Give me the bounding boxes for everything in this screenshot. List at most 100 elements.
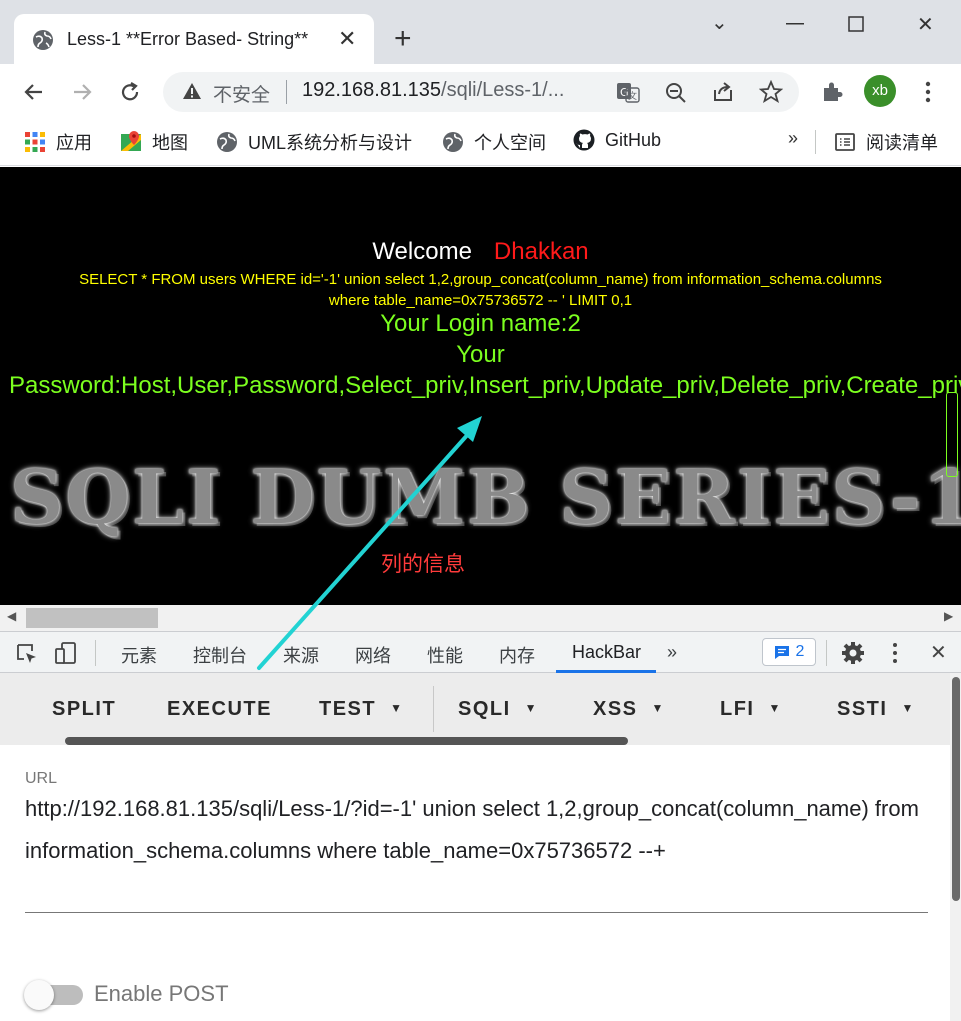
- reading-list-icon: [835, 133, 855, 151]
- issues-count: 2: [795, 643, 805, 660]
- caret-down-icon: ▼: [524, 701, 539, 715]
- insecure-label: 不安全: [213, 85, 271, 106]
- close-tab-icon[interactable]: ✕: [338, 26, 356, 52]
- bookmark-label: 个人空间: [474, 133, 546, 153]
- globe-icon: [443, 132, 463, 152]
- avatar[interactable]: xb: [864, 75, 896, 107]
- tab-console[interactable]: 控制台: [193, 642, 247, 668]
- sql-line: SELECT * FROM users WHERE id='-1' union …: [79, 271, 882, 288]
- sqli-dumb-series-banner: SQLI DUMB SERIES-1: [10, 455, 961, 541]
- url-host: 192.168.81.135: [302, 79, 442, 101]
- caret-down-icon: ▼: [390, 701, 404, 715]
- toggle-knob[interactable]: [24, 980, 54, 1010]
- bookmark-uml[interactable]: UML系统分析与设计: [216, 129, 412, 155]
- url-field-underline: [25, 912, 928, 913]
- bookmark-maps[interactable]: 地图: [120, 129, 188, 155]
- svg-text:文: 文: [628, 90, 637, 102]
- password-label: Your: [456, 341, 505, 368]
- enable-post-label: Enable POST: [94, 981, 229, 1006]
- test-dropdown[interactable]: TEST ▼: [319, 698, 404, 721]
- tab-performance[interactable]: 性能: [427, 642, 463, 668]
- horizontal-scroll-thumb[interactable]: [26, 608, 158, 628]
- dropdown-label: XSS: [593, 698, 638, 720]
- dropdown-label: SQLI: [458, 698, 511, 720]
- welcome-text: Welcome: [372, 238, 472, 265]
- close-window-icon[interactable]: ✕: [917, 12, 934, 37]
- apps-grid-icon: [25, 132, 45, 152]
- split-button[interactable]: SPLIT: [52, 698, 116, 721]
- url-textarea[interactable]: http://192.168.81.135/sqli/Less-1/?id=-1…: [25, 788, 930, 872]
- reading-list-label: 阅读清单: [866, 133, 938, 153]
- more-menu-icon[interactable]: [924, 80, 932, 104]
- forward-icon[interactable]: [70, 80, 94, 104]
- sqli-dropdown[interactable]: SQLI ▼: [458, 698, 538, 721]
- bookmark-github[interactable]: GitHub: [573, 129, 661, 151]
- tab-search-icon[interactable]: ⌄: [711, 10, 728, 35]
- caret-down-icon: ▼: [901, 701, 915, 715]
- ssti-dropdown[interactable]: SSTI ▼: [837, 698, 915, 721]
- issues-badge[interactable]: 2: [762, 638, 816, 666]
- zoom-out-icon[interactable]: [664, 81, 688, 105]
- lfi-dropdown[interactable]: LFI ▼: [720, 698, 782, 721]
- reading-list-button[interactable]: 阅读清单: [834, 129, 938, 155]
- minimize-icon[interactable]: [786, 23, 804, 25]
- tab-network[interactable]: 网络: [355, 642, 391, 668]
- dropdown-label: SSTI: [837, 698, 888, 720]
- url-text[interactable]: 192.168.81.135/sqli/Less-1/...: [302, 79, 564, 102]
- dropdown-label: LFI: [720, 698, 755, 720]
- bookmark-label: 应用: [56, 133, 92, 153]
- url-field-label: URL: [25, 770, 58, 787]
- globe-icon: [33, 30, 53, 50]
- bookmark-label: GitHub: [605, 129, 662, 150]
- settings-gear-icon[interactable]: [841, 641, 865, 665]
- new-tab-button[interactable]: +: [394, 22, 412, 56]
- maximize-icon[interactable]: [848, 16, 864, 32]
- message-icon: [774, 646, 789, 659]
- scroll-left-icon[interactable]: ◀: [7, 609, 16, 623]
- bookmarks-overflow-button[interactable]: »: [788, 128, 798, 149]
- bookmark-label: UML系统分析与设计: [248, 133, 413, 153]
- hackbar-divider: [433, 686, 434, 732]
- xss-dropdown[interactable]: XSS ▼: [593, 698, 665, 721]
- devtools-menu-icon[interactable]: [891, 642, 899, 664]
- bookmark-personal-space[interactable]: 个人空间: [442, 129, 546, 155]
- tab-memory[interactable]: 内存: [499, 642, 535, 668]
- tab-title: Less-1 **Error Based- String**: [67, 29, 309, 49]
- url-path: /sqli/Less-1/...: [441, 79, 565, 101]
- devtools-divider: [95, 640, 96, 666]
- warning-icon[interactable]: [181, 80, 203, 102]
- panel-scroll-thumb[interactable]: [952, 677, 960, 901]
- tab-sources[interactable]: 来源: [283, 642, 319, 668]
- inspect-element-icon[interactable]: [15, 642, 39, 666]
- back-icon[interactable]: [22, 80, 46, 104]
- caret-down-icon: ▼: [651, 701, 665, 715]
- omnibox-divider: [286, 80, 287, 104]
- reload-icon[interactable]: [118, 80, 142, 104]
- globe-icon: [217, 132, 237, 152]
- devtools-divider: [826, 640, 827, 666]
- login-name-result: Your Login name:2: [380, 310, 581, 337]
- execute-button[interactable]: EXECUTE: [167, 698, 272, 721]
- github-icon: [573, 129, 595, 151]
- device-toolbar-icon[interactable]: [54, 641, 78, 665]
- more-tabs-button[interactable]: »: [667, 642, 677, 663]
- share-icon[interactable]: [711, 80, 735, 104]
- bookmark-apps[interactable]: 应用: [24, 129, 92, 155]
- extensions-icon[interactable]: [820, 80, 844, 104]
- sql-line: where table_name=0x75736572 -- ' LIMIT 0…: [328, 292, 633, 309]
- close-devtools-icon[interactable]: ✕: [930, 640, 947, 665]
- hackbar-scrollbar[interactable]: [65, 737, 628, 745]
- username: Dhakkan: [493, 238, 589, 265]
- caret-down-icon: ▼: [768, 701, 782, 715]
- translate-icon[interactable]: G文: [616, 81, 640, 103]
- bookmarks-divider: [815, 130, 816, 154]
- scroll-right-icon[interactable]: ▶: [944, 609, 953, 623]
- tab-elements[interactable]: 元素: [121, 642, 157, 668]
- dropdown-label: TEST: [319, 698, 377, 720]
- bookmark-label: 地图: [152, 133, 188, 153]
- bookmark-star-icon[interactable]: [759, 80, 783, 104]
- page-scroll-indicator[interactable]: [946, 392, 958, 477]
- annotation-label: 列的信息: [381, 553, 465, 576]
- tab-hackbar[interactable]: HackBar: [572, 642, 641, 663]
- welcome-heading: Welcome Dhakkan: [0, 238, 961, 266]
